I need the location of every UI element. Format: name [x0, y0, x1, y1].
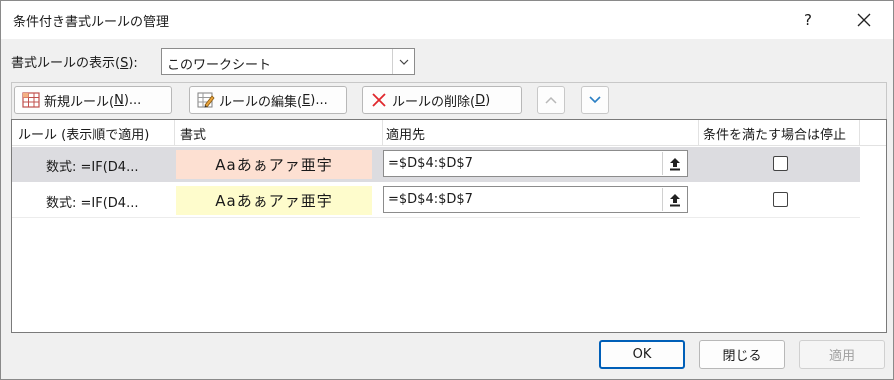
close-icon — [857, 13, 871, 27]
header-format: 書式 — [174, 120, 383, 146]
range-select-button[interactable] — [662, 188, 686, 211]
stop-if-true-checkbox[interactable] — [773, 156, 788, 171]
apply-button[interactable]: 適用 — [799, 340, 885, 369]
rule-description: 数式: =IF(D4... — [46, 160, 139, 175]
window-title: 条件付き書式ルールの管理 — [13, 15, 170, 30]
close-window-button[interactable] — [841, 1, 887, 39]
scope-dropdown[interactable]: このワークシート — [161, 48, 415, 75]
scope-selected-value: このワークシート — [167, 58, 272, 73]
chevron-up-icon — [545, 96, 557, 104]
help-button[interactable]: ? — [786, 1, 830, 39]
new-rule-button[interactable]: 新規ルール(N)... — [14, 86, 172, 114]
chevron-down-icon[interactable] — [392, 49, 414, 74]
table-row[interactable]: 数式: =IF(D4... Aaあぁアァ亜宇 =$D$4:$D$7 — [12, 147, 860, 182]
delete-x-icon — [369, 90, 389, 110]
format-preview[interactable]: Aaあぁアァ亜宇 — [176, 186, 372, 215]
header-rule: ルール (表示順で適用) — [18, 128, 150, 143]
format-preview[interactable]: Aaあぁアァ亜宇 — [176, 150, 372, 179]
rules-table: ルール (表示順で適用) 書式 適用先 条件を満たす場合は停止 数式: =IF(… — [11, 119, 887, 333]
header-applies-to: 適用先 — [383, 120, 699, 146]
help-icon: ? — [804, 11, 812, 29]
ok-button[interactable]: OK — [599, 340, 685, 369]
scope-label: 書式ルールの表示(S): — [11, 56, 138, 71]
edit-rule-icon — [196, 90, 216, 110]
header-stop-if-true: 条件を満たす場合は停止 — [699, 120, 860, 146]
new-rule-icon — [21, 90, 41, 110]
stop-if-true-checkbox[interactable] — [773, 192, 788, 207]
move-down-button[interactable] — [581, 86, 609, 114]
title-bar: 条件付き書式ルールの管理 ? — [1, 1, 893, 39]
range-select-button[interactable] — [662, 152, 686, 175]
table-row[interactable]: 数式: =IF(D4... Aaあぁアァ亜宇 =$D$4:$D$7 — [12, 183, 860, 218]
close-button[interactable]: 閉じる — [699, 340, 785, 369]
edit-rule-button[interactable]: ルールの編集(E)... — [189, 86, 347, 114]
conditional-format-dialog: 条件付き書式ルールの管理 ? 書式ルールの表示(S): このワークシート 新規ル… — [0, 0, 894, 380]
rule-description: 数式: =IF(D4... — [46, 196, 139, 211]
upload-arrow-icon — [669, 157, 680, 170]
applies-to-field[interactable]: =$D$4:$D$7 — [383, 150, 688, 177]
upload-arrow-icon — [669, 193, 680, 206]
toolbar: 新規ルール(N)... ルールの編集(E)... ルールの削除(D) — [11, 82, 887, 120]
chevron-down-icon — [589, 96, 601, 104]
table-header: ルール (表示順で適用) 書式 適用先 条件を満たす場合は停止 — [12, 120, 886, 146]
delete-rule-button[interactable]: ルールの削除(D) — [362, 86, 522, 114]
applies-to-field[interactable]: =$D$4:$D$7 — [383, 186, 688, 213]
move-up-button[interactable] — [537, 86, 565, 114]
